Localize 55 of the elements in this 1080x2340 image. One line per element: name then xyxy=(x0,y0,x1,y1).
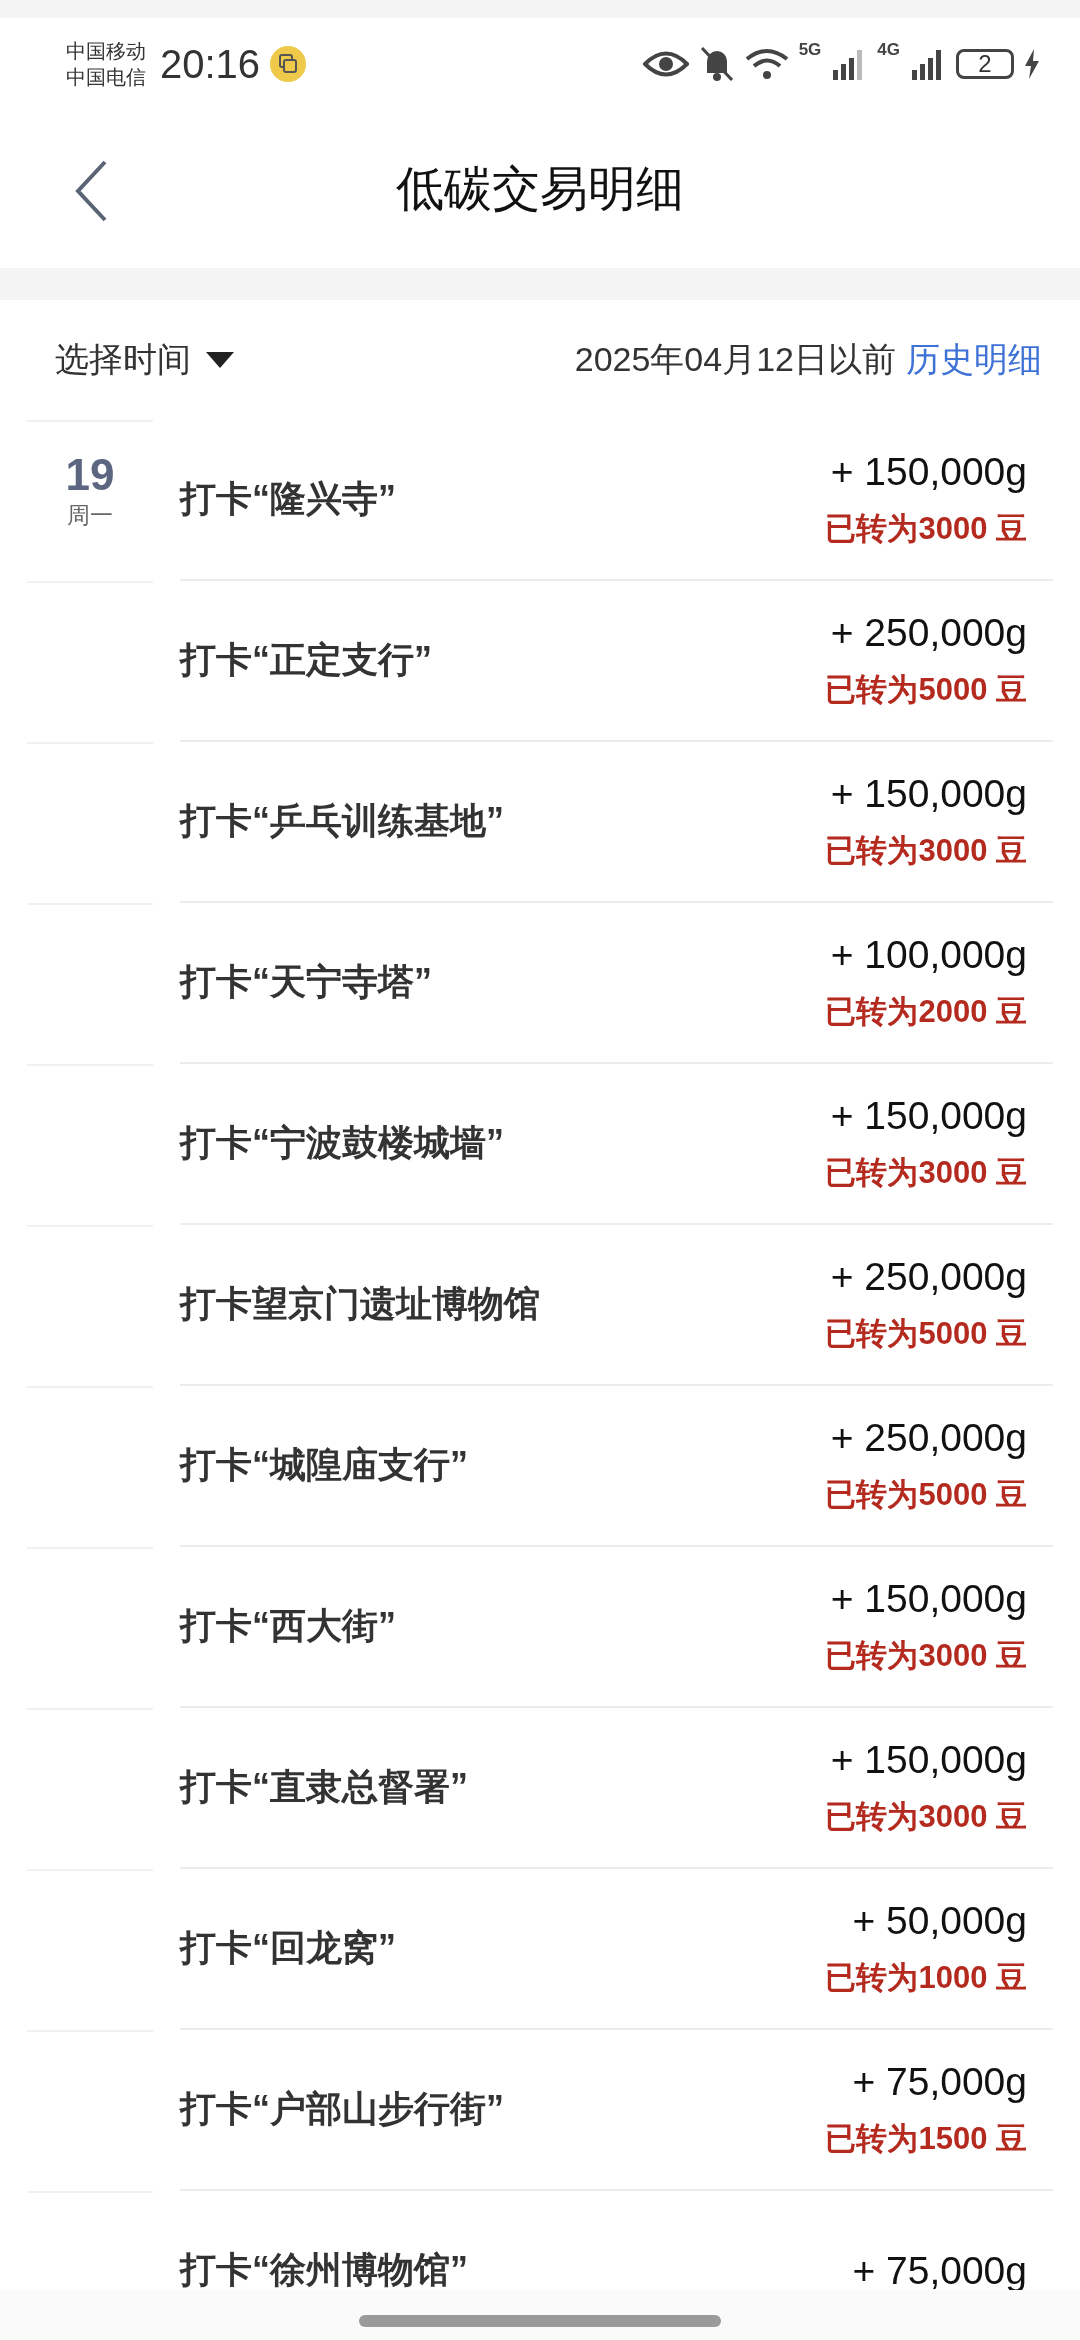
transaction-title: 打卡“回龙窝” xyxy=(180,1926,396,1970)
cutoff-date: 2025年04月12日以前 xyxy=(574,339,896,380)
transaction-title: 打卡“城隍庙支行” xyxy=(180,1443,468,1487)
converted-beans: 已转为3000 豆 xyxy=(825,509,1027,548)
transaction-title: 打卡“西大街” xyxy=(180,1604,396,1648)
day-number: 19 xyxy=(65,450,115,500)
clock-time: 20:16 xyxy=(160,41,261,87)
carbon-amount: + 150,000g xyxy=(830,771,1027,816)
carbon-amount: + 100,000g xyxy=(830,932,1027,977)
carbon-amount: + 150,000g xyxy=(830,449,1027,494)
eye-icon xyxy=(642,49,689,79)
home-handle[interactable] xyxy=(359,2315,721,2327)
charging-icon xyxy=(1024,49,1040,79)
carbon-amount: + 250,000g xyxy=(830,1254,1027,1299)
page-title: 低碳交易明细 xyxy=(396,161,684,217)
carbon-amount: + 150,000g xyxy=(830,1093,1027,1138)
carbon-amount: + 250,000g xyxy=(830,1415,1027,1460)
time-picker[interactable]: 选择时间 xyxy=(55,337,235,383)
battery-icon: 2 xyxy=(956,49,1014,79)
weekday: 周一 xyxy=(67,501,113,530)
carbon-amount: + 75,000g xyxy=(852,2059,1027,2104)
converted-beans: 已转为2000 豆 xyxy=(825,992,1027,1031)
carrier-name: 中国电信 xyxy=(66,65,146,90)
carbon-amount: + 50,000g xyxy=(852,1898,1027,1943)
converted-beans: 已转为1500 豆 xyxy=(825,2119,1027,2158)
converted-beans: 已转为3000 豆 xyxy=(825,1636,1027,1675)
converted-beans: 已转为3000 豆 xyxy=(825,1797,1027,1836)
carbon-amount: + 75,000g xyxy=(852,2248,1027,2293)
history-link[interactable]: 历史明细 xyxy=(906,337,1042,383)
carbon-amount: + 150,000g xyxy=(830,1576,1027,1621)
converted-beans: 已转为1000 豆 xyxy=(825,1958,1027,1997)
network-type: 5G xyxy=(798,40,822,60)
transaction-title: 打卡“宁波鼓楼城墙” xyxy=(180,1121,504,1165)
transaction-title: 打卡“乒乓训练基地” xyxy=(180,799,504,843)
carbon-amount: + 250,000g xyxy=(830,610,1027,655)
wifi-icon xyxy=(744,47,789,81)
transaction-title: 打卡“隆兴寺” xyxy=(180,477,396,521)
converted-beans: 已转为5000 豆 xyxy=(825,1475,1027,1514)
carrier-name: 中国移动 xyxy=(66,39,146,64)
converted-beans: 已转为3000 豆 xyxy=(825,1153,1027,1192)
carbon-amount: + 150,000g xyxy=(830,1737,1027,1782)
converted-beans: 已转为3000 豆 xyxy=(825,831,1027,870)
bell-muted-icon xyxy=(698,45,735,83)
back-icon[interactable] xyxy=(74,160,108,222)
transaction-title: 打卡“户部山步行街” xyxy=(180,2087,504,2131)
dropdown-icon xyxy=(205,351,235,369)
converted-beans: 已转为5000 豆 xyxy=(825,1314,1027,1353)
transaction-title: 打卡“徐州博物馆” xyxy=(180,2248,468,2292)
transaction-title: 打卡望京门遗址博物馆 xyxy=(180,1282,540,1326)
converted-beans: 已转为5000 豆 xyxy=(825,670,1027,709)
transaction-title: 打卡“直隶总督署” xyxy=(180,1765,468,1809)
transaction-title: 打卡“正定支行” xyxy=(180,638,432,682)
network-type: 4G xyxy=(877,40,900,60)
app-badge-icon xyxy=(270,46,307,82)
transaction-title: 打卡“天宁寺塔” xyxy=(180,960,432,1004)
